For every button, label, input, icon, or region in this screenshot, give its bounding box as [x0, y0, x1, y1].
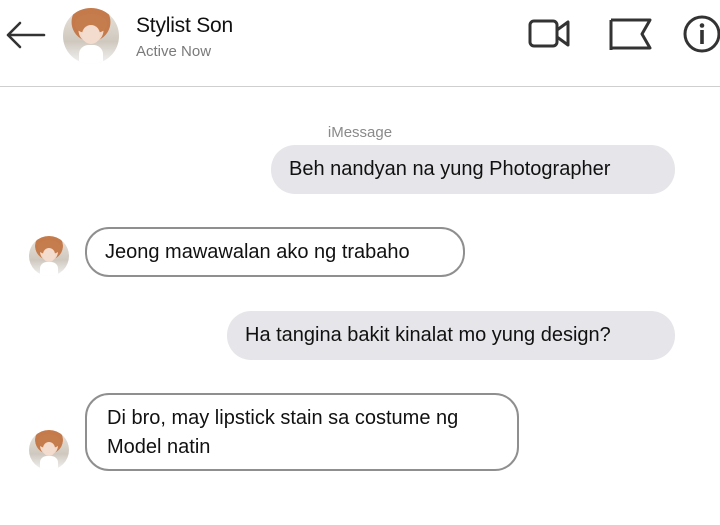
- service-label: iMessage: [327, 124, 393, 141]
- sender-avatar[interactable]: [29, 236, 69, 276]
- message-bubble-incoming[interactable]: Jeong mawawalan ako ng trabaho: [85, 227, 465, 277]
- chat-header: Stylist Son Active Now: [0, 0, 720, 87]
- flag-icon[interactable]: [607, 16, 653, 52]
- back-arrow-icon[interactable]: [4, 20, 46, 50]
- video-camera-icon[interactable]: [527, 16, 571, 52]
- contact-status: Active Now: [136, 43, 212, 60]
- contact-avatar[interactable]: [63, 8, 119, 64]
- message-bubble-incoming[interactable]: Di bro, may lipstick stain sa costume ng…: [85, 393, 519, 471]
- message-bubble-outgoing[interactable]: Ha tangina bakit kinalat mo yung design?: [227, 311, 675, 360]
- info-icon[interactable]: [682, 14, 720, 54]
- message-bubble-outgoing[interactable]: Beh nandyan na yung Photographer: [271, 145, 675, 194]
- contact-name[interactable]: Stylist Son: [136, 14, 233, 38]
- sender-avatar[interactable]: [29, 430, 69, 470]
